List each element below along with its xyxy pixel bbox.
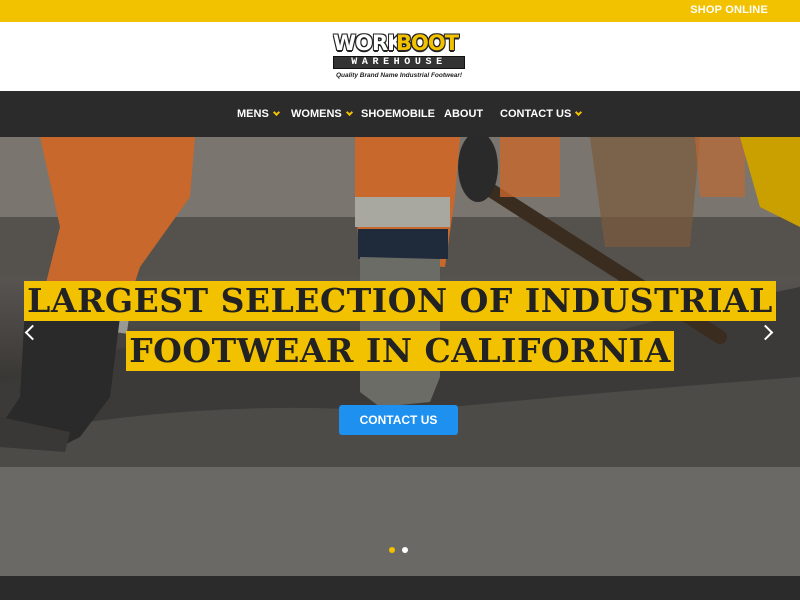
site-logo[interactable]: WORK BOOT WAREHOUSE Quality Brand Name I… [331,31,467,83]
shop-online-link[interactable]: SHOP ONLINE [690,4,768,16]
nav-item-contact-us[interactable]: CONTACT US [500,108,583,120]
hero-headline-line2: FOOTWEAR IN CALIFORNIA [126,331,674,371]
nav-item-shoemobile[interactable]: SHOEMOBILE [361,108,435,120]
chevron-down-icon [575,108,583,117]
nav-item-womens[interactable]: WOMENS [291,108,353,120]
nav-item-label: ABOUT [444,108,484,120]
nav-item-mens[interactable]: MENS [237,108,280,120]
logo-tagline: Quality Brand Name Industrial Footwear! [335,72,463,79]
site-header: WORK BOOT WAREHOUSE Quality Brand Name I… [0,22,800,91]
chevron-down-icon [272,108,280,117]
footer-strip [0,576,800,600]
slider-dot[interactable] [402,547,408,553]
logo-word-warehouse: WAREHOUSE [333,56,465,69]
nav-item-label: CONTACT US [500,108,572,120]
hero-slider: LARGEST SELECTION OF INDUSTRIAL FOOTWEAR… [0,137,800,576]
nav-item-label: WOMENS [291,108,342,120]
nav-item-label: MENS [237,108,269,120]
main-nav: MENS WOMENS SHOEMOBILE ABOUT CONTACT US [0,91,800,137]
hero-headline-line1: LARGEST SELECTION OF INDUSTRIAL [24,281,776,321]
logo-word-boot: BOOT [396,31,459,55]
slider-dot-active[interactable] [389,547,395,553]
nav-item-about[interactable]: ABOUT [444,108,483,120]
nav-item-label: SHOEMOBILE [361,108,435,120]
top-bar: SHOP ONLINE [0,0,800,22]
contact-us-button[interactable]: CONTACT US [339,405,458,435]
logo-word-work: WORK [333,31,403,55]
chevron-down-icon [345,108,353,117]
